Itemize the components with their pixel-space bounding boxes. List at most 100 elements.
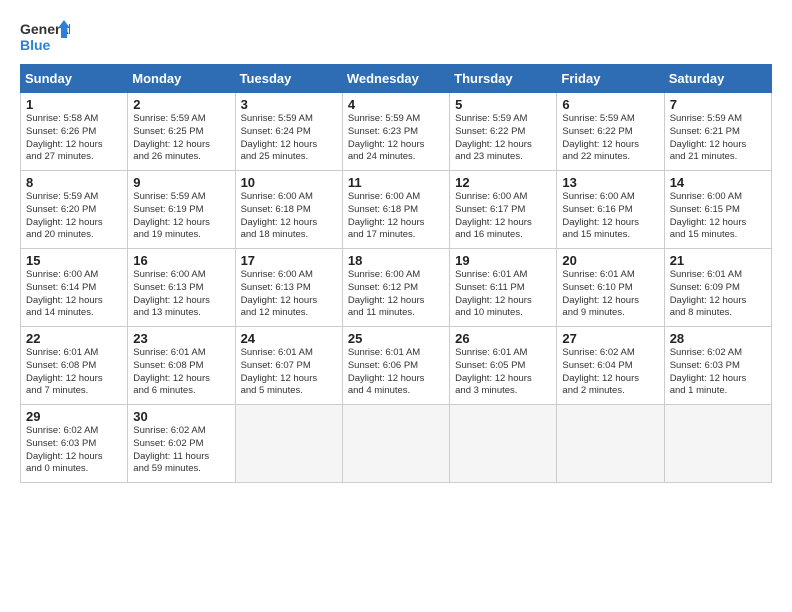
calendar-cell: 13Sunrise: 6:00 AM Sunset: 6:16 PM Dayli… (557, 171, 664, 249)
header-row: General Blue (20, 18, 772, 54)
day-info: Sunrise: 6:02 AM Sunset: 6:02 PM Dayligh… (133, 425, 230, 476)
day-info: Sunrise: 6:00 AM Sunset: 6:17 PM Dayligh… (455, 191, 552, 242)
day-info: Sunrise: 6:00 AM Sunset: 6:15 PM Dayligh… (670, 191, 767, 242)
day-info: Sunrise: 6:01 AM Sunset: 6:11 PM Dayligh… (455, 269, 552, 320)
weekday-header-friday: Friday (557, 65, 664, 93)
day-number: 28 (670, 331, 767, 346)
day-number: 15 (26, 253, 123, 268)
calendar-cell: 28Sunrise: 6:02 AM Sunset: 6:03 PM Dayli… (664, 327, 771, 405)
calendar-cell (664, 405, 771, 483)
day-number: 8 (26, 175, 123, 190)
calendar-table: SundayMondayTuesdayWednesdayThursdayFrid… (20, 64, 772, 483)
day-number: 9 (133, 175, 230, 190)
weekday-header-wednesday: Wednesday (342, 65, 449, 93)
calendar-cell: 6Sunrise: 5:59 AM Sunset: 6:22 PM Daylig… (557, 93, 664, 171)
day-number: 10 (241, 175, 338, 190)
day-number: 23 (133, 331, 230, 346)
weekday-header-tuesday: Tuesday (235, 65, 342, 93)
day-info: Sunrise: 6:02 AM Sunset: 6:03 PM Dayligh… (670, 347, 767, 398)
day-info: Sunrise: 5:59 AM Sunset: 6:23 PM Dayligh… (348, 113, 445, 164)
calendar-cell: 5Sunrise: 5:59 AM Sunset: 6:22 PM Daylig… (450, 93, 557, 171)
day-number: 21 (670, 253, 767, 268)
weekday-header-saturday: Saturday (664, 65, 771, 93)
calendar-cell: 1Sunrise: 5:58 AM Sunset: 6:26 PM Daylig… (21, 93, 128, 171)
day-number: 4 (348, 97, 445, 112)
day-number: 5 (455, 97, 552, 112)
logo: General Blue (20, 18, 70, 54)
calendar-week-row: 1Sunrise: 5:58 AM Sunset: 6:26 PM Daylig… (21, 93, 772, 171)
day-info: Sunrise: 6:01 AM Sunset: 6:07 PM Dayligh… (241, 347, 338, 398)
calendar-cell: 23Sunrise: 6:01 AM Sunset: 6:08 PM Dayli… (128, 327, 235, 405)
calendar-cell: 26Sunrise: 6:01 AM Sunset: 6:05 PM Dayli… (450, 327, 557, 405)
day-number: 29 (26, 409, 123, 424)
day-number: 11 (348, 175, 445, 190)
day-number: 2 (133, 97, 230, 112)
day-info: Sunrise: 6:00 AM Sunset: 6:18 PM Dayligh… (241, 191, 338, 242)
day-info: Sunrise: 6:00 AM Sunset: 6:13 PM Dayligh… (133, 269, 230, 320)
calendar-cell (450, 405, 557, 483)
day-number: 13 (562, 175, 659, 190)
day-number: 24 (241, 331, 338, 346)
calendar-cell: 14Sunrise: 6:00 AM Sunset: 6:15 PM Dayli… (664, 171, 771, 249)
day-info: Sunrise: 6:00 AM Sunset: 6:18 PM Dayligh… (348, 191, 445, 242)
calendar-cell: 4Sunrise: 5:59 AM Sunset: 6:23 PM Daylig… (342, 93, 449, 171)
day-info: Sunrise: 6:00 AM Sunset: 6:16 PM Dayligh… (562, 191, 659, 242)
calendar-cell: 19Sunrise: 6:01 AM Sunset: 6:11 PM Dayli… (450, 249, 557, 327)
day-number: 30 (133, 409, 230, 424)
calendar-cell: 12Sunrise: 6:00 AM Sunset: 6:17 PM Dayli… (450, 171, 557, 249)
weekday-header-monday: Monday (128, 65, 235, 93)
day-info: Sunrise: 5:58 AM Sunset: 6:26 PM Dayligh… (26, 113, 123, 164)
calendar-week-row: 15Sunrise: 6:00 AM Sunset: 6:14 PM Dayli… (21, 249, 772, 327)
calendar-cell: 25Sunrise: 6:01 AM Sunset: 6:06 PM Dayli… (342, 327, 449, 405)
calendar-cell: 3Sunrise: 5:59 AM Sunset: 6:24 PM Daylig… (235, 93, 342, 171)
day-info: Sunrise: 6:02 AM Sunset: 6:04 PM Dayligh… (562, 347, 659, 398)
day-number: 1 (26, 97, 123, 112)
day-info: Sunrise: 5:59 AM Sunset: 6:19 PM Dayligh… (133, 191, 230, 242)
weekday-header-sunday: Sunday (21, 65, 128, 93)
calendar-cell: 2Sunrise: 5:59 AM Sunset: 6:25 PM Daylig… (128, 93, 235, 171)
calendar-cell: 8Sunrise: 5:59 AM Sunset: 6:20 PM Daylig… (21, 171, 128, 249)
day-info: Sunrise: 6:01 AM Sunset: 6:06 PM Dayligh… (348, 347, 445, 398)
day-number: 3 (241, 97, 338, 112)
day-number: 18 (348, 253, 445, 268)
calendar-cell: 7Sunrise: 5:59 AM Sunset: 6:21 PM Daylig… (664, 93, 771, 171)
day-info: Sunrise: 6:00 AM Sunset: 6:13 PM Dayligh… (241, 269, 338, 320)
weekday-header-thursday: Thursday (450, 65, 557, 93)
day-info: Sunrise: 6:01 AM Sunset: 6:05 PM Dayligh… (455, 347, 552, 398)
day-info: Sunrise: 5:59 AM Sunset: 6:24 PM Dayligh… (241, 113, 338, 164)
day-info: Sunrise: 5:59 AM Sunset: 6:22 PM Dayligh… (455, 113, 552, 164)
day-number: 27 (562, 331, 659, 346)
day-info: Sunrise: 5:59 AM Sunset: 6:25 PM Dayligh… (133, 113, 230, 164)
calendar-week-row: 8Sunrise: 5:59 AM Sunset: 6:20 PM Daylig… (21, 171, 772, 249)
calendar-cell: 27Sunrise: 6:02 AM Sunset: 6:04 PM Dayli… (557, 327, 664, 405)
logo-svg: General Blue (20, 18, 70, 54)
calendar-cell: 15Sunrise: 6:00 AM Sunset: 6:14 PM Dayli… (21, 249, 128, 327)
calendar-cell: 10Sunrise: 6:00 AM Sunset: 6:18 PM Dayli… (235, 171, 342, 249)
day-number: 14 (670, 175, 767, 190)
calendar-cell: 20Sunrise: 6:01 AM Sunset: 6:10 PM Dayli… (557, 249, 664, 327)
day-info: Sunrise: 6:00 AM Sunset: 6:14 PM Dayligh… (26, 269, 123, 320)
calendar-cell: 11Sunrise: 6:00 AM Sunset: 6:18 PM Dayli… (342, 171, 449, 249)
day-number: 22 (26, 331, 123, 346)
day-info: Sunrise: 5:59 AM Sunset: 6:20 PM Dayligh… (26, 191, 123, 242)
day-number: 20 (562, 253, 659, 268)
calendar-cell: 24Sunrise: 6:01 AM Sunset: 6:07 PM Dayli… (235, 327, 342, 405)
calendar-cell (342, 405, 449, 483)
calendar-cell (557, 405, 664, 483)
day-info: Sunrise: 6:01 AM Sunset: 6:08 PM Dayligh… (133, 347, 230, 398)
day-info: Sunrise: 6:02 AM Sunset: 6:03 PM Dayligh… (26, 425, 123, 476)
calendar-cell: 21Sunrise: 6:01 AM Sunset: 6:09 PM Dayli… (664, 249, 771, 327)
calendar-cell: 18Sunrise: 6:00 AM Sunset: 6:12 PM Dayli… (342, 249, 449, 327)
day-info: Sunrise: 6:00 AM Sunset: 6:12 PM Dayligh… (348, 269, 445, 320)
svg-text:Blue: Blue (20, 37, 51, 53)
day-number: 26 (455, 331, 552, 346)
day-info: Sunrise: 6:01 AM Sunset: 6:08 PM Dayligh… (26, 347, 123, 398)
day-info: Sunrise: 5:59 AM Sunset: 6:21 PM Dayligh… (670, 113, 767, 164)
day-info: Sunrise: 5:59 AM Sunset: 6:22 PM Dayligh… (562, 113, 659, 164)
calendar-cell: 22Sunrise: 6:01 AM Sunset: 6:08 PM Dayli… (21, 327, 128, 405)
page-container: General Blue SundayMondayTuesdayWednesda… (0, 0, 792, 493)
day-number: 12 (455, 175, 552, 190)
day-number: 16 (133, 253, 230, 268)
calendar-week-row: 29Sunrise: 6:02 AM Sunset: 6:03 PM Dayli… (21, 405, 772, 483)
calendar-cell: 29Sunrise: 6:02 AM Sunset: 6:03 PM Dayli… (21, 405, 128, 483)
